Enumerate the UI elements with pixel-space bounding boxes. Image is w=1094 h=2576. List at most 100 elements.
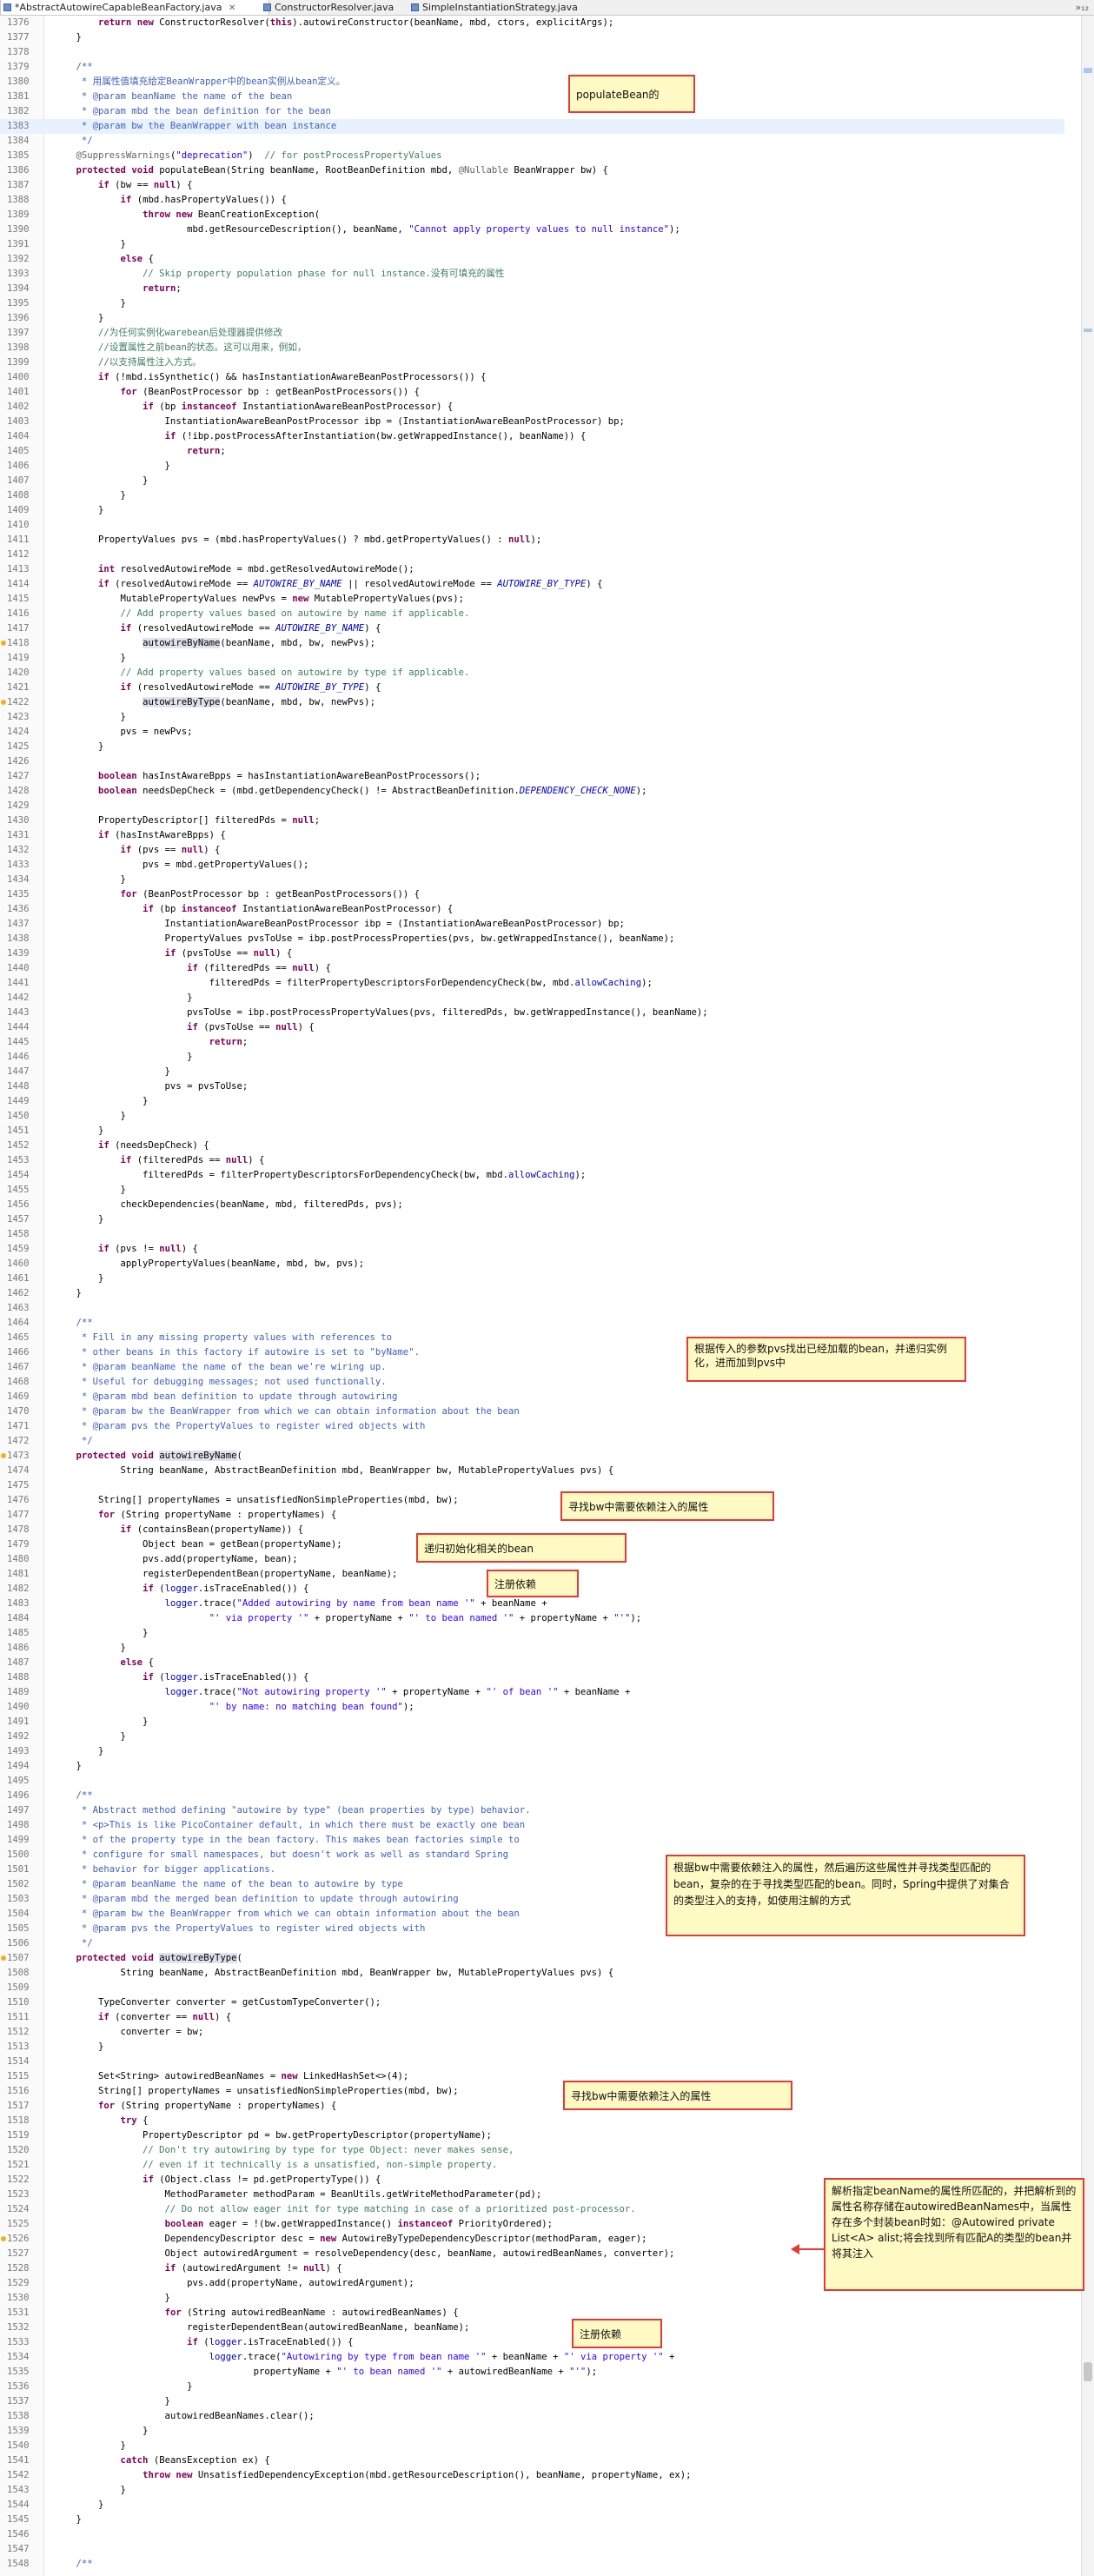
code-line[interactable]: 1463 xyxy=(0,1301,1064,1316)
code-line[interactable]: 1539 } xyxy=(0,2424,1064,2439)
code-line[interactable]: 1512 converter = bw; xyxy=(0,2025,1064,2040)
code-line[interactable]: 1412 xyxy=(0,548,1064,562)
code-line[interactable]: 1448 pvs = pvsToUse; xyxy=(0,1079,1064,1094)
code-line[interactable]: 1516 String[] propertyNames = unsatisfie… xyxy=(0,2084,1064,2099)
code-line[interactable]: 1520 // Don't try autowiring by type for… xyxy=(0,2143,1064,2158)
code-line[interactable]: 1471 * @param pvs the PropertyValues to … xyxy=(0,1419,1064,1434)
code-line[interactable]: 1545 } xyxy=(0,2513,1064,2527)
code-line[interactable]: 1431 if (hasInstAwareBpps) { xyxy=(0,828,1064,843)
tab-constructor-resolver[interactable]: ConstructorResolver.java xyxy=(261,0,414,15)
code-line[interactable]: 1420 // Add property values based on aut… xyxy=(0,666,1064,681)
code-line[interactable]: 1452 if (needsDepCheck) { xyxy=(0,1139,1064,1153)
code-line[interactable]: 1454 filteredPds = filterPropertyDescrip… xyxy=(0,1168,1064,1183)
code-line[interactable]: 1511 if (converter == null) { xyxy=(0,2010,1064,2025)
code-line[interactable]: 1548 /** xyxy=(0,2557,1064,2572)
code-line[interactable]: 1418 autowireByName(beanName, mbd, bw, n… xyxy=(0,636,1064,651)
code-line[interactable]: 1445 return; xyxy=(0,1035,1064,1050)
code-line[interactable]: 1498 * <p>This is like PicoContainer def… xyxy=(0,1818,1064,1833)
code-line[interactable]: 1451 } xyxy=(0,1124,1064,1139)
code-line[interactable]: 1430 PropertyDescriptor[] filteredPds = … xyxy=(0,813,1064,828)
code-line[interactable]: 1413 int resolvedAutowireMode = mbd.getR… xyxy=(0,562,1064,577)
code-line[interactable]: 1415 MutablePropertyValues newPvs = new … xyxy=(0,592,1064,607)
code-line[interactable]: 1531 for (String autowiredBeanName : aut… xyxy=(0,2306,1064,2320)
code-line[interactable]: 1518 try { xyxy=(0,2114,1064,2128)
code-line[interactable]: 1381 * @param beanName the name of the b… xyxy=(0,90,1064,104)
code-line[interactable]: 1398 //设置属性之前bean的状态。这可以用来，例如， xyxy=(0,341,1064,355)
code-line[interactable]: 1395 } xyxy=(0,296,1064,311)
code-line[interactable]: 1433 pvs = mbd.getPropertyValues(); xyxy=(0,858,1064,873)
code-line[interactable]: 1434 } xyxy=(0,873,1064,887)
code-line[interactable]: 1494 } xyxy=(0,1759,1064,1774)
code-line[interactable]: 1509 xyxy=(0,1981,1064,1995)
code-line[interactable]: 1441 filteredPds = filterPropertyDescrip… xyxy=(0,976,1064,991)
code-line[interactable]: 1491 } xyxy=(0,1715,1064,1730)
code-line[interactable]: 1464 /** xyxy=(0,1316,1064,1331)
code-line[interactable]: 1408 } xyxy=(0,488,1064,503)
code-line[interactable]: 1378 xyxy=(0,45,1064,60)
code-line[interactable]: 1487 else { xyxy=(0,1656,1064,1670)
code-line[interactable]: 1401 for (BeanPostProcessor bp : getBean… xyxy=(0,385,1064,400)
code-line[interactable]: 1423 } xyxy=(0,710,1064,725)
tab-overflow-menu[interactable]: »₁₂ xyxy=(1075,0,1089,15)
code-line[interactable]: 1507 protected void autowireByType( xyxy=(0,1951,1064,1966)
code-line[interactable]: 1457 } xyxy=(0,1212,1064,1227)
code-line[interactable]: 1402 if (bp instanceof InstantiationAwar… xyxy=(0,400,1064,415)
code-line[interactable]: 1459 if (pvs != null) { xyxy=(0,1242,1064,1257)
code-line[interactable]: 1447 } xyxy=(0,1065,1064,1079)
code-line[interactable]: 1477 for (String propertyName : property… xyxy=(0,1508,1064,1523)
code-line[interactable]: 1391 } xyxy=(0,237,1064,252)
code-line[interactable]: 1397 //为任何实例化warebean后处理器提供修改 xyxy=(0,326,1064,341)
override-marker-icon[interactable] xyxy=(1,700,6,705)
code-line[interactable]: 1458 xyxy=(0,1227,1064,1242)
code-line[interactable]: 1489 logger.trace("Not autowiring proper… xyxy=(0,1685,1064,1700)
code-line[interactable]: 1417 if (resolvedAutowireMode == AUTOWIR… xyxy=(0,621,1064,636)
code-line[interactable]: 1399 //以支持属性注入方式。 xyxy=(0,355,1064,370)
code-line[interactable]: 1513 } xyxy=(0,2040,1064,2055)
code-line[interactable]: 1546 xyxy=(0,2527,1064,2542)
code-line[interactable]: 1453 if (filteredPds == null) { xyxy=(0,1153,1064,1168)
code-line[interactable]: 1422 autowireByType(beanName, mbd, bw, n… xyxy=(0,695,1064,710)
code-line[interactable]: 1429 xyxy=(0,799,1064,813)
code-line[interactable]: 1424 pvs = newPvs; xyxy=(0,725,1064,740)
code-line[interactable]: 1450 } xyxy=(0,1109,1064,1124)
code-line[interactable]: 1537 } xyxy=(0,2394,1064,2409)
code-line[interactable]: 1389 throw new BeanCreationException( xyxy=(0,208,1064,222)
code-line[interactable]: 1455 } xyxy=(0,1183,1064,1198)
code-line[interactable]: 1432 if (pvs == null) { xyxy=(0,843,1064,858)
code-line[interactable]: 1470 * @param bw the BeanWrapper from wh… xyxy=(0,1404,1064,1419)
code-line[interactable]: 1492 } xyxy=(0,1730,1064,1744)
code-line[interactable]: 1541 catch (BeansException ex) { xyxy=(0,2453,1064,2468)
code-line[interactable]: 1544 } xyxy=(0,2498,1064,2513)
code-line[interactable]: 1535 propertyName + "' to bean named '" … xyxy=(0,2365,1064,2380)
code-line[interactable]: 1533 if (logger.isTraceEnabled()) { xyxy=(0,2335,1064,2350)
code-line[interactable]: 1387 if (bw == null) { xyxy=(0,178,1064,193)
code-line[interactable]: 1538 autowiredBeanNames.clear(); xyxy=(0,2409,1064,2424)
code-line[interactable]: 1490 "' by name: no matching bean found"… xyxy=(0,1700,1064,1715)
code-line[interactable]: 1440 if (filteredPds == null) { xyxy=(0,961,1064,976)
tab-abstract-autowire[interactable]: *AbstractAutowireCapableBeanFactory.java… xyxy=(0,0,269,15)
code-line[interactable]: 1443 pvsToUse = ibp.postProcessPropertyV… xyxy=(0,1006,1064,1020)
code-line[interactable]: 1542 throw new UnsatisfiedDependencyExce… xyxy=(0,2468,1064,2483)
code-line[interactable]: 1439 if (pvsToUse == null) { xyxy=(0,946,1064,961)
code-line[interactable]: 1469 * @param mbd bean definition to upd… xyxy=(0,1390,1064,1404)
code-line[interactable]: 1393 // Skip property population phase f… xyxy=(0,267,1064,282)
code-line[interactable]: 1416 // Add property values based on aut… xyxy=(0,607,1064,621)
code-line[interactable]: 1540 } xyxy=(0,2439,1064,2453)
code-line[interactable]: 1446 } xyxy=(0,1050,1064,1065)
code-line[interactable]: 1461 } xyxy=(0,1271,1064,1286)
code-line[interactable]: 1508 String beanName, AbstractBeanDefini… xyxy=(0,1966,1064,1981)
code-line[interactable]: 1521 // even if it technically is a unsa… xyxy=(0,2158,1064,2173)
code-line[interactable]: 1414 if (resolvedAutowireMode == AUTOWIR… xyxy=(0,577,1064,592)
code-line[interactable]: 1400 if (!mbd.isSynthetic() && hasInstan… xyxy=(0,370,1064,385)
code-line[interactable]: 1385 @SuppressWarnings("deprecation") //… xyxy=(0,149,1064,163)
code-line[interactable]: 1532 registerDependentBean(autowiredBean… xyxy=(0,2320,1064,2335)
code-line[interactable]: 1421 if (resolvedAutowireMode == AUTOWIR… xyxy=(0,681,1064,695)
code-line[interactable]: 1517 for (String propertyName : property… xyxy=(0,2099,1064,2114)
code-line[interactable]: 1484 "' via property '" + propertyName +… xyxy=(0,1611,1064,1626)
code-line[interactable]: 1530 } xyxy=(0,2291,1064,2306)
code-line[interactable]: 1411 PropertyValues pvs = (mbd.hasProper… xyxy=(0,533,1064,548)
code-line[interactable]: 1460 applyPropertyValues(beanName, mbd, … xyxy=(0,1257,1064,1271)
code-line[interactable]: 1377 } xyxy=(0,30,1064,45)
scrollbar-thumb[interactable] xyxy=(1084,2362,1092,2381)
code-line[interactable]: 1383 * @param bw the BeanWrapper with be… xyxy=(0,119,1064,134)
